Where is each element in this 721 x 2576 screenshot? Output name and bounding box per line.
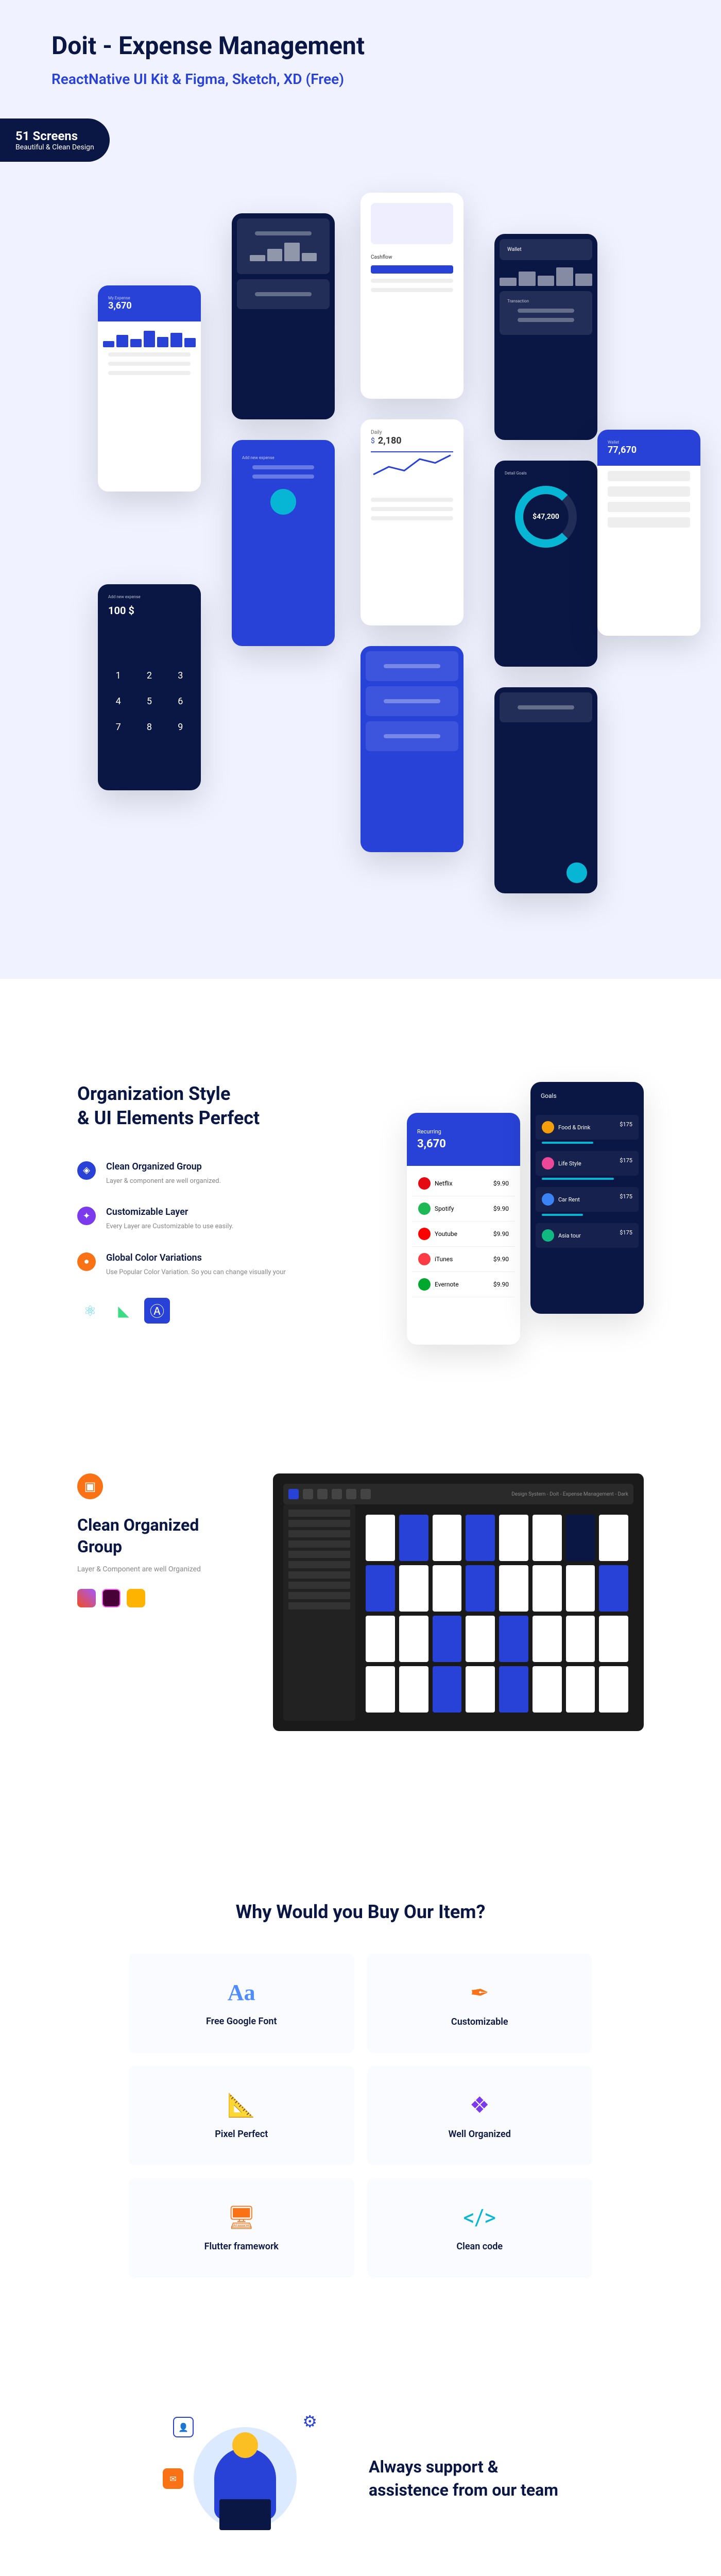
feature-title: Clean Organized Group	[106, 1161, 221, 1172]
feature-card-title: Customizable	[383, 2016, 577, 2027]
support-section: 👤 ✉ ⚙ Always support & assistence from o…	[0, 2329, 721, 2576]
mail-icon: ✉	[163, 2468, 183, 2489]
phone-mockup: Daily $2,180	[360, 419, 464, 625]
badge-tagline: Beautiful & Clean Design	[15, 143, 94, 151]
screens-badge: 51 Screens Beautiful & Clean Design	[0, 118, 110, 162]
folder-icon: ▣	[77, 1473, 103, 1499]
phone-mockup	[232, 213, 335, 419]
badge-count: 51 Screens	[15, 129, 94, 143]
phone-mockup: Goals Food & Drink$175 Life Style$175 Ca…	[530, 1082, 644, 1314]
amount-value: 3,670	[108, 300, 191, 311]
wallet-label: Wallet	[500, 239, 592, 260]
feature-card: </> Clean code	[367, 2178, 593, 2278]
feature-card-title: Well Organized	[383, 2129, 577, 2140]
phone-mockup: Cashflow	[360, 193, 464, 399]
tool-icons	[77, 1589, 232, 1607]
editor-title: Design System - Doit - Expense Managemen…	[511, 1492, 628, 1497]
feature-item: ✦ Customizable Layer Every Layer are Cus…	[77, 1207, 376, 1232]
feature-desc: Use Popular Color Variation. So you can …	[106, 1267, 286, 1278]
feature-title: Global Color Variations	[106, 1252, 286, 1263]
feature-card: ✒ Customizable	[367, 1954, 593, 2053]
phone-mockup	[360, 646, 464, 852]
hero-section: Doit - Expense Management ReactNative UI…	[0, 0, 721, 979]
platform-icons: ⚛ ◣ Ⓐ	[77, 1298, 376, 1324]
amount-value: 2,180	[378, 435, 402, 446]
customize-icon: ✦	[77, 1207, 96, 1225]
amount-value: 100 $	[108, 604, 191, 617]
editor-screenshot: Design System - Doit - Expense Managemen…	[273, 1473, 644, 1731]
clean-organized-section: ▣ Clean Organized Group Layer & Componen…	[0, 1396, 721, 1808]
recurring-label: Recurring	[417, 1128, 510, 1135]
font-icon: Aa	[144, 1979, 339, 2006]
page-subtitle: ReactNative UI Kit & Figma, Sketch, XD (…	[52, 71, 670, 88]
amount-value: 3,670	[417, 1138, 510, 1150]
pen-icon: ✒	[383, 1979, 577, 2006]
devices-icon: 🖥	[144, 2204, 339, 2231]
organization-section: Organization Style & UI Elements Perfect…	[0, 979, 721, 1396]
ruler-icon: 📐	[144, 2092, 339, 2119]
feature-item: ● Global Color Variations Use Popular Co…	[77, 1252, 376, 1278]
phone-mockups-grid: My Expense 3,670 Cashflow Wallet Transac…	[52, 193, 670, 862]
user-icon: 👤	[173, 2417, 194, 2437]
phone-mockup: Wallet Transaction	[494, 234, 597, 440]
why-buy-section: Why Would you Buy Our Item? Aa Free Goog…	[0, 1808, 721, 2329]
globe-icon: ●	[77, 1252, 96, 1271]
feature-card-title: Clean code	[383, 2241, 577, 2252]
editor-toolbar: Design System - Doit - Expense Managemen…	[283, 1484, 633, 1504]
editor-canvas	[360, 1510, 633, 1718]
org-title: Organization Style & UI Elements Perfect	[77, 1082, 376, 1130]
phone-mockup: Add new expense 100 $ 123 456 789	[98, 584, 201, 790]
phone-mockup: Add new expense	[232, 440, 335, 646]
org-phones: Recurring 3,670 Netflix$9.90 Spotify$9.9…	[407, 1082, 644, 1345]
feature-card-title: Pixel Perfect	[144, 2129, 339, 2140]
sketch-icon	[127, 1589, 145, 1607]
phone-mockup: Wallet 77,670	[597, 430, 700, 636]
xd-icon	[102, 1589, 121, 1607]
feature-card: 📐 Pixel Perfect	[129, 2066, 354, 2165]
clean-desc: Layer & Component are well Organized	[77, 1565, 232, 1573]
expense-label: My Expense	[108, 296, 191, 300]
feature-card: Aa Free Google Font	[129, 1954, 354, 2053]
phone-mockup: Detail Goals $47,200	[494, 461, 597, 667]
android-icon: ◣	[111, 1298, 136, 1324]
editor-layers-panel	[283, 1504, 355, 1721]
feature-desc: Layer & component are well organized.	[106, 1176, 221, 1187]
goals-label: Goals	[541, 1092, 633, 1099]
feature-desc: Every Layer are Customizable to use easi…	[106, 1222, 233, 1232]
feature-card: ❖ Well Organized	[367, 2066, 593, 2165]
layers-icon: ❖	[383, 2092, 577, 2119]
feature-card-title: Free Google Font	[144, 2016, 339, 2027]
add-expense-label: Add new expense	[242, 455, 324, 460]
phone-mockup: Recurring 3,670 Netflix$9.90 Spotify$9.9…	[407, 1113, 520, 1345]
feature-card: 🖥 Flutter framework	[129, 2178, 354, 2278]
support-illustration: 👤 ✉ ⚙	[163, 2406, 328, 2551]
goal-amount: $47,200	[515, 486, 577, 548]
appstore-icon: Ⓐ	[144, 1298, 170, 1324]
phone-mockup	[494, 687, 597, 893]
support-title: Always support & assistence from our tea…	[369, 2455, 558, 2502]
layers-icon: ◈	[77, 1161, 96, 1180]
clean-title: Clean Organized Group	[77, 1515, 232, 1557]
figma-icon	[77, 1589, 96, 1607]
cashflow-label: Cashflow	[360, 255, 464, 260]
gear-icon: ⚙	[302, 2412, 317, 2431]
phone-mockup: My Expense 3,670	[98, 285, 201, 492]
feature-item: ◈ Clean Organized Group Layer & componen…	[77, 1161, 376, 1187]
feature-title: Customizable Layer	[106, 1207, 233, 1217]
react-icon: ⚛	[77, 1298, 103, 1324]
amount-value: 77,670	[608, 445, 690, 455]
goals-label: Detail Goals	[505, 471, 587, 476]
code-icon: </>	[383, 2204, 577, 2231]
why-title: Why Would you Buy Our Item?	[103, 1901, 618, 1923]
page-title: Doit - Expense Management	[52, 31, 670, 60]
feature-card-title: Flutter framework	[144, 2241, 339, 2252]
